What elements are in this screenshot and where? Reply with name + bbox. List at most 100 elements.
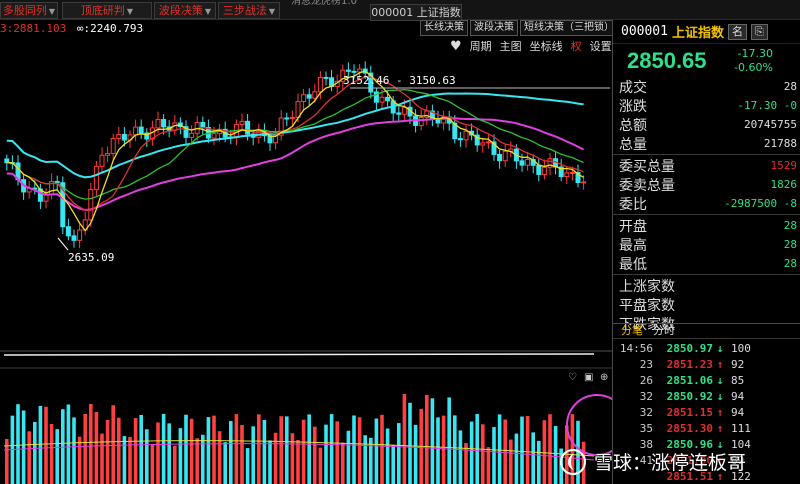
tick-time: 35 [639,421,653,435]
tab-ticks[interactable]: 分笔 [621,324,643,338]
tab-multi-stock[interactable]: 多股同列 ▼ [0,2,58,19]
volume-bar [257,414,261,484]
quote-row-label: 成交 [619,79,647,96]
volume-bar [346,430,351,484]
volume-bar [178,428,183,484]
quote-row-value: 28 [783,257,797,270]
volume-bar [212,415,216,484]
quote-row: 委买总量 1529 [613,156,800,175]
quote-row-label: 上涨家数 [619,278,675,295]
tab-long-decision[interactable]: 长线决策 [420,20,468,36]
candle-body [385,96,391,102]
volume-bar [408,402,412,484]
candle-body [317,76,323,93]
tab-timeshare[interactable]: 分时 [653,324,675,338]
tick-time: 32 [639,389,653,403]
quote-row-value: 1529 [770,159,798,172]
volume-bar [21,410,26,484]
tick-volume: 94 [731,405,745,419]
tick-volume: 94 [731,389,745,403]
candle-body [569,172,575,175]
volume-bar [380,414,384,484]
volume-bar [61,409,65,484]
candle-body [463,130,469,141]
quote-row-label: 委比 [619,196,647,213]
ma-inf-value: ∞:2240.793 [76,22,144,35]
quote-panel: 000001 上证指数 名 ⎘ 2850.65 -17.30 -0.60% 成交… [612,20,800,484]
volume-bar [251,426,255,484]
quote-row: 成交 28 [613,77,800,96]
volume-bar [402,394,407,484]
top-tab-bar: 多股同列 ▼ 顶底研判 ▼ 波段决策 ▼ 三步战法 ▼ 消息龙虎榜1.0 000001 … [0,0,800,21]
name-button[interactable]: 名 [727,23,747,40]
arrow-down-icon: ↓ [716,373,724,387]
volume-bar [94,411,99,484]
candle-body [161,119,167,128]
stock-code: 000001 [621,24,668,39]
volume-bar [436,417,440,484]
volume-bar [72,417,76,484]
quote-row-label: 委买总量 [619,158,675,175]
volume-bar [195,438,199,484]
quote-row-value: -17.30 -0 [737,99,797,112]
candle-body [536,164,542,175]
volume-bar [273,432,278,484]
tick-row: 32 2850.92 ↓ 94 [613,388,800,404]
tab-top-bottom[interactable]: 顶底研判 ▼ [62,2,152,19]
volume-bar [139,415,143,484]
volume-bar [542,420,547,484]
volume-bar [425,394,429,484]
volume-bar [44,406,48,484]
quote-row: 总额 20745755 [613,115,800,134]
quote-row: 上涨家数 [613,276,800,295]
tab-band-decision-2[interactable]: 波段决策 [470,20,518,36]
volume-bar [313,426,317,484]
volume-bar [553,426,558,484]
candle-body [485,141,491,144]
change-pct: -0.60% [734,61,773,74]
candle-body [497,153,503,162]
tick-row: 32 2851.15 ↑ 94 [613,404,800,420]
volume-bar [234,414,239,484]
volume-bar [486,447,491,484]
volume-bar [514,433,519,484]
volume-bar [391,445,395,484]
volume-bar [290,433,295,484]
tab-short-decision[interactable]: 短线决策（三把锁） [520,20,618,36]
quote-row-value: 20745755 [744,118,797,131]
volume-bar [363,435,367,484]
tick-time: 23 [639,357,653,371]
kline-chart[interactable]: 3152.46 - 3150.63 2635.09 ♡ ▣ ⊕ [0,38,612,484]
candle-body [564,172,570,178]
low-annotation: 2635.09 [68,251,114,264]
ma-line-4 [6,76,584,211]
tab-news[interactable]: 消息龙虎榜1.0 [282,0,366,8]
volume-bar [245,448,250,484]
candle-body [306,94,312,99]
dropdown-arrow-icon: ▼ [48,7,56,16]
candle-body [189,132,195,138]
volume-bar [285,416,289,484]
volume-bar [520,416,524,484]
vol-tool-icon: ⊕ [600,372,608,383]
tab-band-decision[interactable]: 波段决策 ▼ [154,2,216,19]
volume-bar [318,447,323,484]
tab-symbol[interactable]: 000001 上证指数 [370,4,462,21]
volume-bar [447,397,451,484]
quote-rows: 成交 28 涨跌 -17.30 -0 总额 20745755 总量 21788 委买总量 1529… [613,77,800,333]
volume-bar [161,414,166,484]
candle-body [65,226,71,237]
candle-body [379,96,385,103]
copy-icon[interactable]: ⎘ [750,23,768,40]
volume-bar [481,424,485,484]
quote-row-value: 1826 [770,178,798,191]
tab-three-step[interactable]: 三步战法 ▼ [218,2,280,19]
volume-bar [38,405,43,484]
tick-volume: 100 [731,341,751,355]
volume-bar [223,442,227,484]
snowball-logo-icon [560,448,586,475]
candle-body [396,112,402,115]
candle-body [121,133,127,141]
volume-bar [279,416,283,484]
watermark: 雪球：涨停连板哥 [560,448,746,475]
